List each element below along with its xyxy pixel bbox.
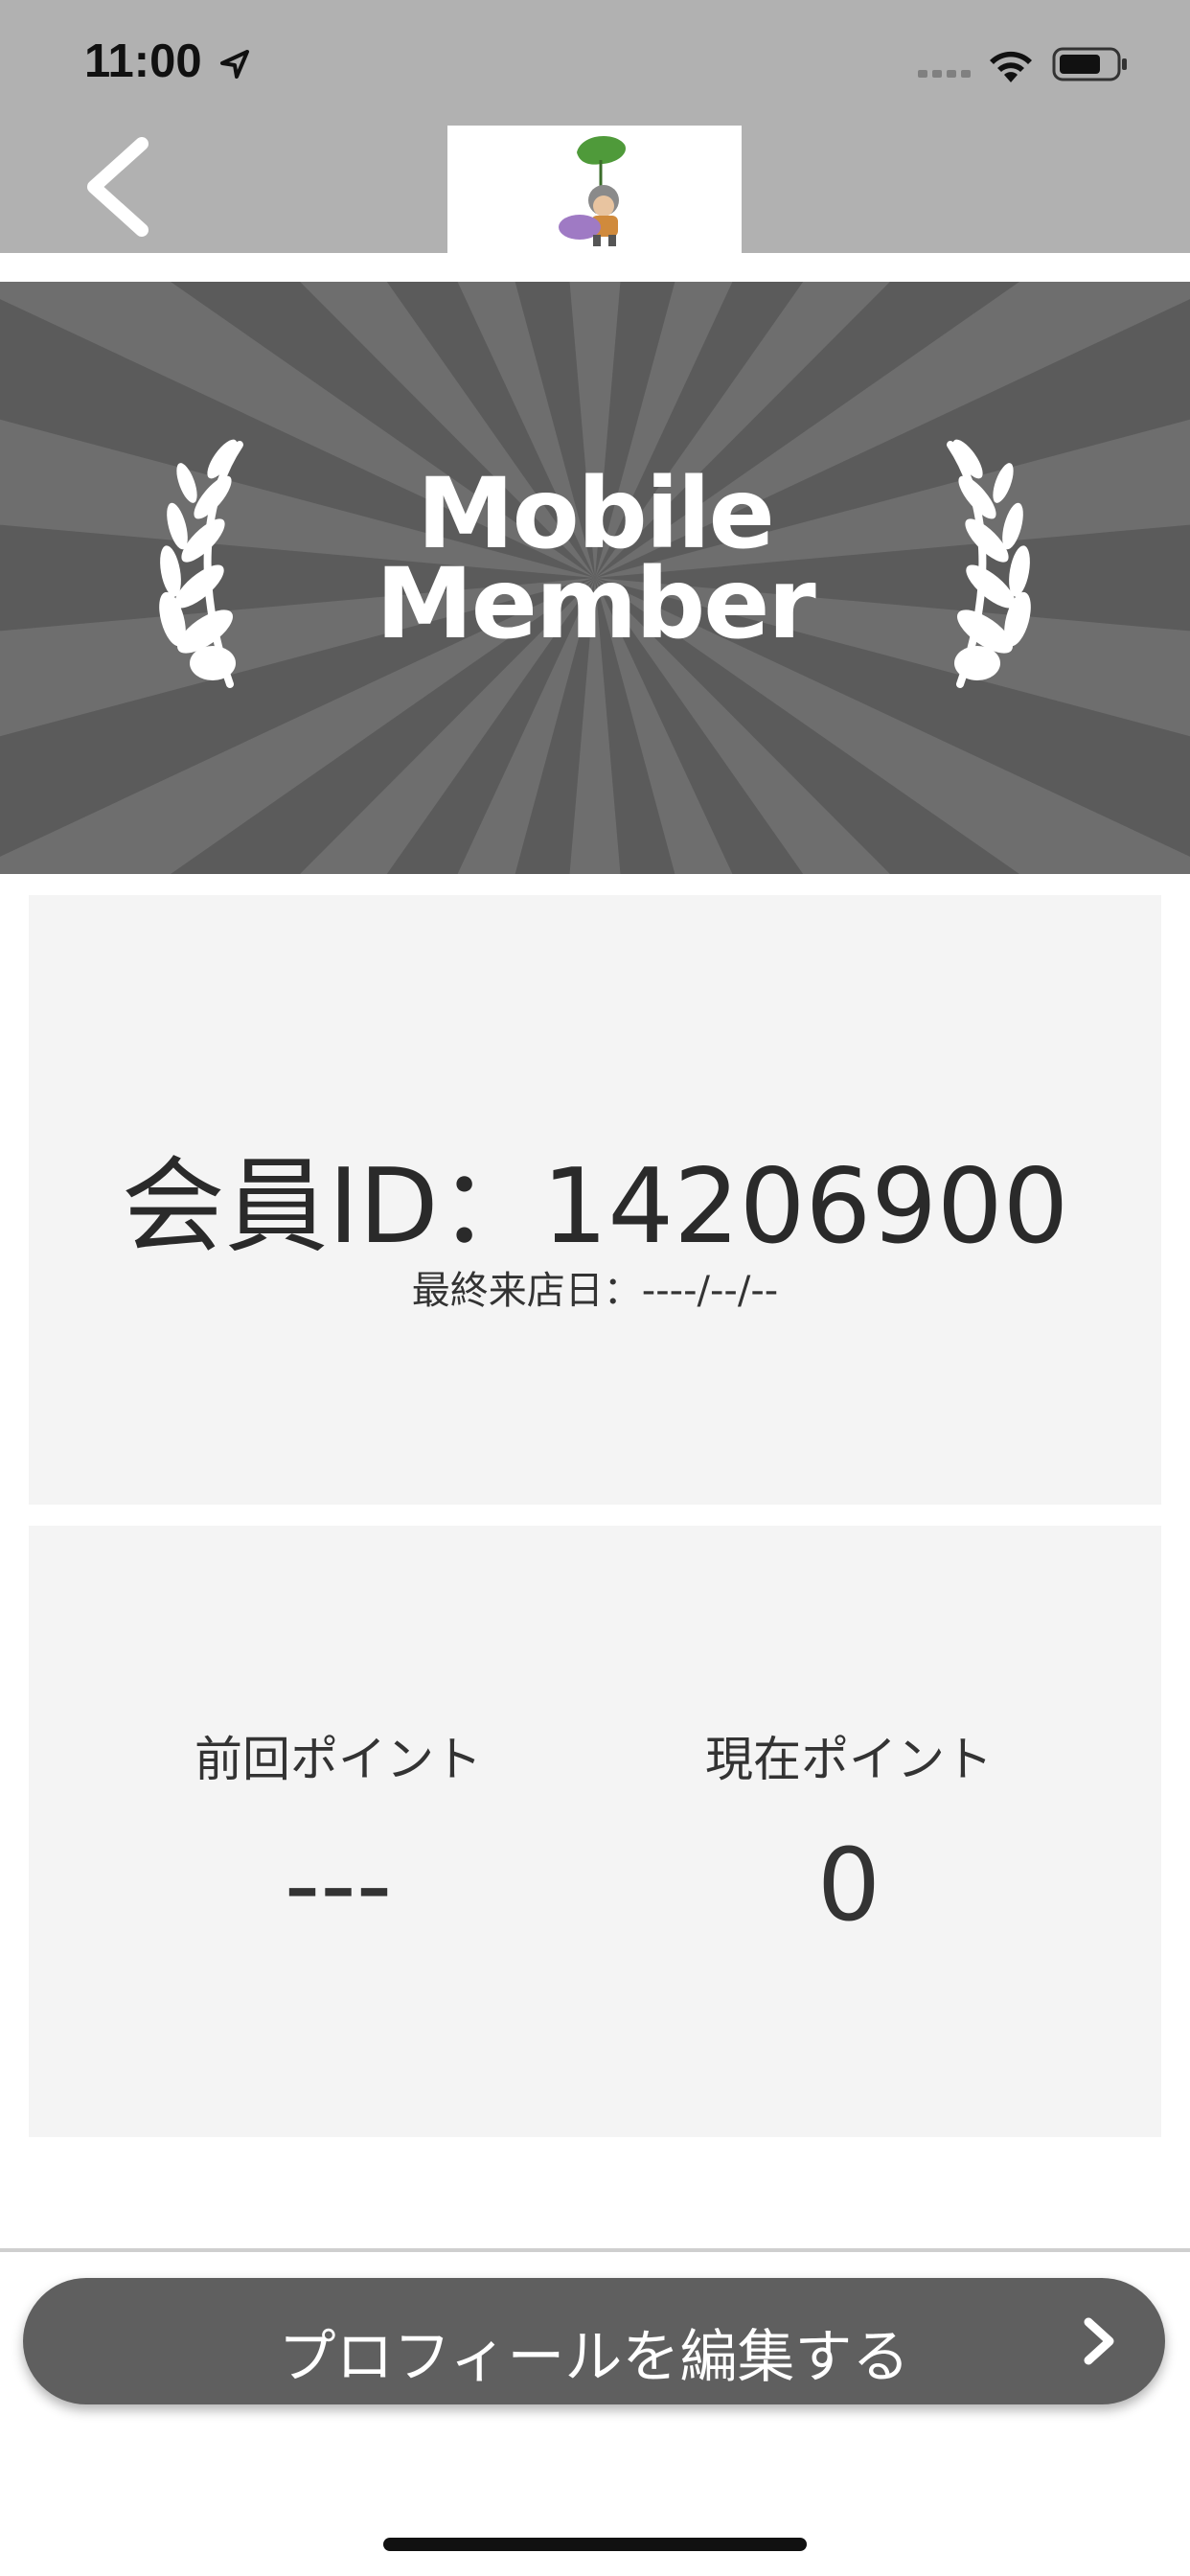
previous-points-value: --- (284, 1827, 393, 1944)
current-points-label: 現在ポイント (705, 1732, 993, 1787)
home-indicator (383, 2538, 807, 2551)
banner-title-line1: Mobile (417, 457, 775, 571)
edit-profile-button[interactable]: プロフィールを編集する (23, 2278, 1165, 2404)
current-points-value: 0 (816, 1827, 881, 1944)
battery-icon (1052, 47, 1127, 81)
status-bar: 11:00 (0, 0, 1190, 126)
last-visit-date: 最終来店日：----/--/-- (411, 1269, 779, 1313)
footer-divider (0, 2248, 1190, 2252)
mascot-logo-icon (559, 135, 626, 246)
signal-icon (918, 70, 971, 78)
wifi-icon (990, 51, 1032, 82)
edit-profile-label: プロフィールを編集する (278, 2324, 910, 2391)
banner-title: Mobile Member (0, 457, 1190, 661)
header-divider (0, 253, 1190, 282)
back-button[interactable] (77, 134, 163, 240)
banner-title-line2: Member (376, 547, 815, 661)
app-logo (447, 126, 742, 253)
status-time: 11:00 (84, 35, 202, 87)
previous-points-label: 前回ポイント (195, 1732, 482, 1787)
location-arrow-icon (220, 50, 249, 79)
chevron-right-icon (1084, 2317, 1114, 2365)
member-id: 会員ID：14206900 (121, 1147, 1069, 1267)
